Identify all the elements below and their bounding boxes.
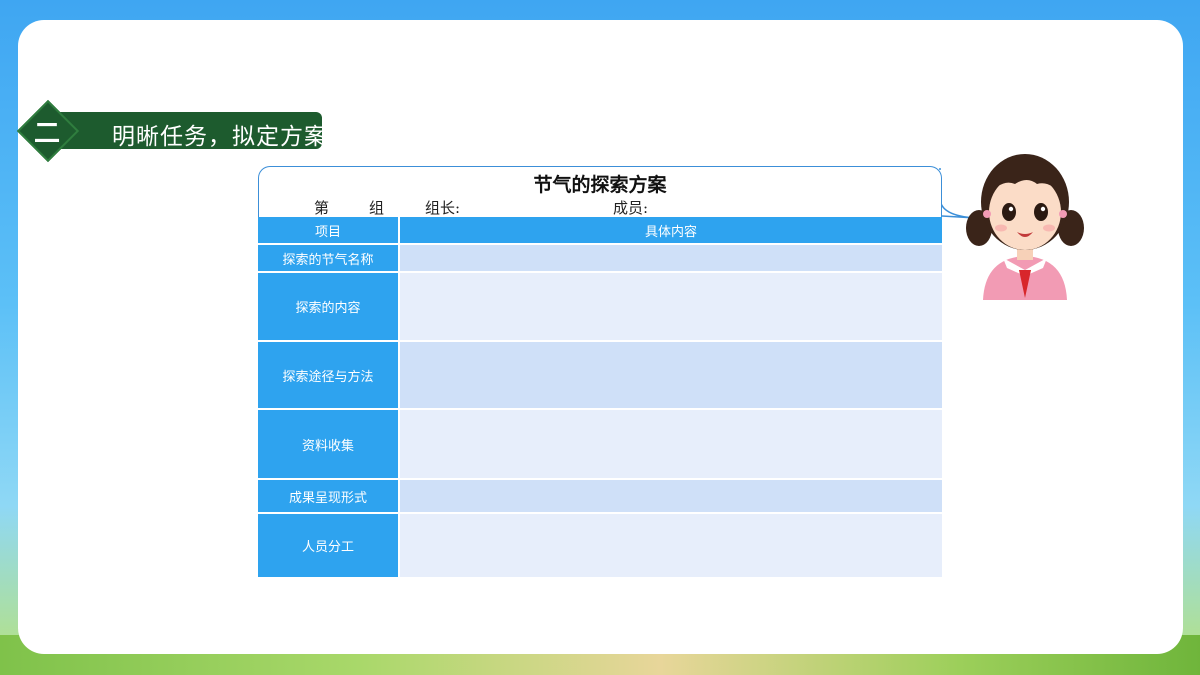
section-number: 二 <box>33 119 60 149</box>
row-content-field[interactable] <box>400 245 942 271</box>
table-row: 资料收集 <box>258 410 942 478</box>
section-title-bar: 明晰任务，拟定方案 <box>42 112 327 150</box>
table-row: 人员分工 <box>258 514 942 577</box>
row-content-field[interactable] <box>400 480 942 512</box>
plan-table: 项目 具体内容 探索的节气名称 探索的内容 探索途径与方法 资料收集 成果呈现形… <box>258 215 942 579</box>
column-header-item: 项目 <box>258 217 400 243</box>
row-label: 探索途径与方法 <box>258 342 400 408</box>
row-content-field[interactable] <box>400 342 942 408</box>
row-label: 成果呈现形式 <box>258 480 400 512</box>
girl-illustration <box>966 154 1084 300</box>
section-number-badge: 二 <box>16 99 80 163</box>
row-content-field[interactable] <box>400 514 942 577</box>
table-row: 探索途径与方法 <box>258 342 942 408</box>
table-row: 探索的节气名称 <box>258 245 942 271</box>
row-content-field[interactable] <box>400 410 942 478</box>
row-content-field[interactable] <box>400 273 942 340</box>
section-header: 明晰任务，拟定方案 二 <box>16 99 327 163</box>
plan-title: 节气的探索方案 <box>533 174 667 196</box>
table-header-row: 项目 具体内容 <box>258 217 942 243</box>
group-suffix: 组 <box>369 199 385 217</box>
row-label: 探索的节气名称 <box>258 245 400 271</box>
section-title: 明晰任务，拟定方案 <box>112 124 328 150</box>
leader-label: 组长: <box>425 199 461 217</box>
table-row: 成果呈现形式 <box>258 480 942 512</box>
row-label: 人员分工 <box>258 514 400 577</box>
row-label: 探索的内容 <box>258 273 400 340</box>
plan-header: 节气的探索方案 第 组 组长: 成员: <box>258 166 942 217</box>
members-label: 成员: <box>613 199 649 217</box>
row-label: 资料收集 <box>258 410 400 478</box>
column-header-content: 具体内容 <box>400 217 942 243</box>
exploration-plan: 节气的探索方案 第 组 组长: 成员: 项目 具体内容 探索的节气名称 探索的内… <box>258 166 942 579</box>
group-prefix: 第 <box>314 199 330 217</box>
table-row: 探索的内容 <box>258 273 942 340</box>
